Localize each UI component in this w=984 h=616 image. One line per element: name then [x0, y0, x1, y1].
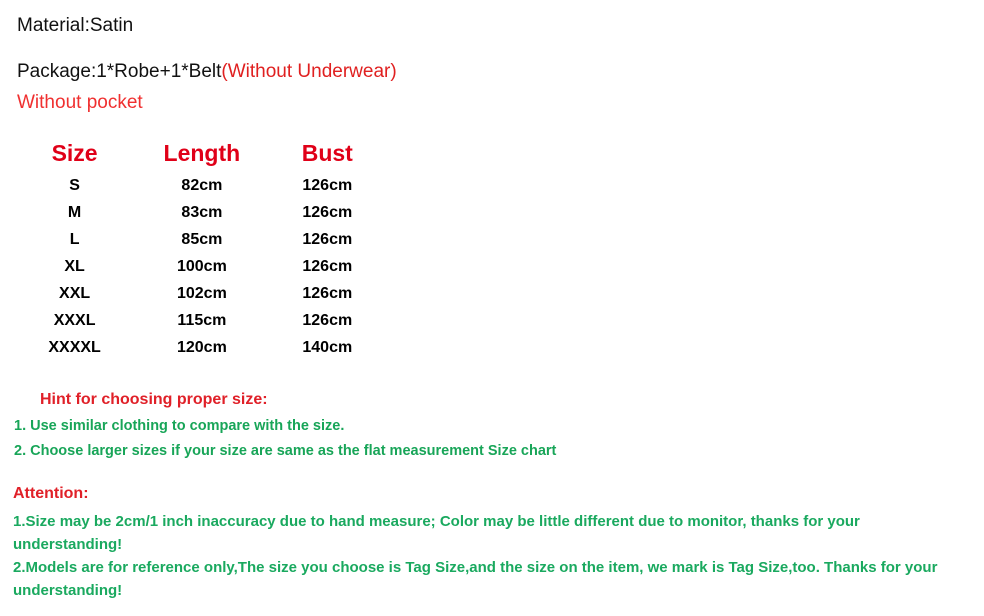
cell-bust: 140cm [302, 338, 353, 356]
cell-bust: 126cm [302, 203, 353, 221]
hint-item-1: 1. Use similar clothing to compare with … [14, 418, 345, 434]
cell-length: 100cm [176, 257, 227, 275]
attention-title: Attention: [13, 485, 89, 502]
attention-body: 1.Size may be 2cm/1 inch inaccuracy due … [13, 510, 953, 602]
cell-size: S [69, 176, 80, 194]
cell-length: 120cm [176, 338, 227, 356]
cell-bust: 126cm [302, 230, 353, 248]
column-header-bust: Bust [301, 139, 353, 166]
material-line: Material:Satin [17, 15, 134, 36]
attention-item-1: 1.Size may be 2cm/1 inch inaccuracy due … [13, 513, 860, 553]
table-row: XXL 102cm 126cm [10, 280, 390, 307]
package-line: Package:1*Robe+1*Belt(Without Underwear) [17, 60, 397, 84]
cell-bust: 126cm [302, 311, 353, 329]
cell-length: 82cm [181, 176, 223, 194]
cell-length: 102cm [176, 284, 227, 302]
attention-item-2: 2.Models are for reference only,The size… [13, 559, 938, 599]
cell-size: XXL [59, 284, 91, 302]
cell-size: XXXL [53, 311, 96, 329]
cell-bust: 126cm [302, 257, 353, 275]
column-header-size: Size [51, 139, 98, 166]
table-row: XL 100cm 126cm [10, 253, 390, 280]
cell-size: XL [64, 257, 85, 275]
package-note-without-underwear: (Without Underwear) [221, 61, 397, 82]
table-row: L 85cm 126cm [10, 226, 390, 253]
cell-length: 83cm [181, 203, 223, 221]
table-header-row: Size Length Bust [10, 136, 390, 172]
size-chart-page: Material:Satin Package:1*Robe+1*Belt(Wit… [0, 0, 984, 616]
cell-size: XXXXL [48, 338, 101, 356]
without-pocket-note: Without pocket [17, 92, 143, 113]
table-row: S 82cm 126cm [10, 172, 390, 199]
column-header-length: Length [163, 139, 241, 166]
hint-title: Hint for choosing proper size: [40, 391, 268, 408]
cell-length: 85cm [181, 230, 223, 248]
table-row: XXXXL 120cm 140cm [10, 334, 390, 361]
package-label: Package:1*Robe+1*Belt [17, 61, 222, 82]
cell-size: L [69, 230, 80, 248]
cell-bust: 126cm [302, 284, 353, 302]
table-row: M 83cm 126cm [10, 199, 390, 226]
cell-bust: 126cm [302, 176, 353, 194]
hint-item-2: 2. Choose larger sizes if your size are … [14, 443, 557, 459]
cell-size: M [67, 203, 82, 221]
cell-length: 115cm [177, 311, 227, 329]
table-row: XXXL 115cm 126cm [10, 307, 390, 334]
size-chart-table: Size Length Bust S 82cm 126cm M 83cm 126… [10, 136, 390, 361]
